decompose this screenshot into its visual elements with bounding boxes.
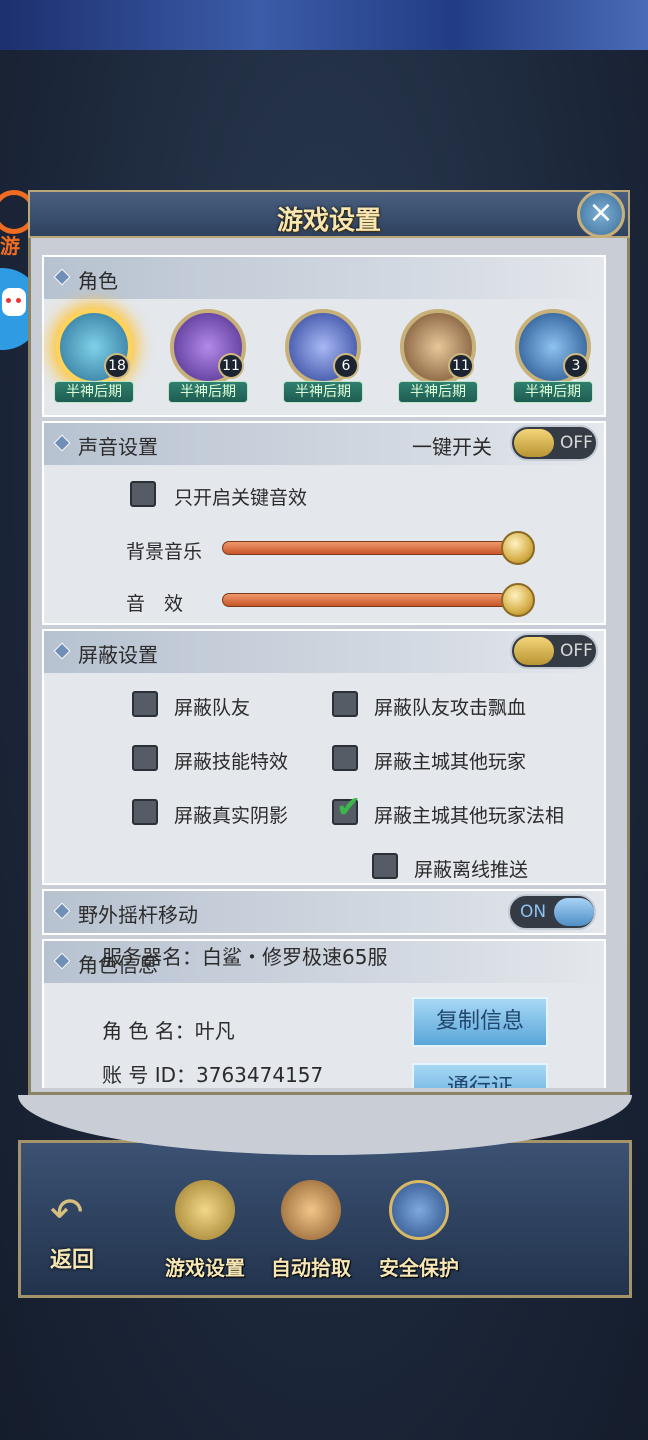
joystick-toggle[interactable]: ON <box>508 894 596 930</box>
settings-scroll-area[interactable]: 角色 18 半神后期 11 半神后期 6 半神后期 11 半神后期 3 半神后期 <box>42 255 606 1088</box>
key-sound-only-label: 只开启关键音效 <box>174 487 308 509</box>
nav-auto-pickup[interactable]: 自动拾取 <box>262 1180 360 1290</box>
diamond-icon <box>53 268 71 286</box>
toggle-knob <box>554 898 594 926</box>
diamond-icon <box>53 952 71 970</box>
block-option-checkbox[interactable]: ✔ <box>332 793 361 825</box>
info-section: 角色信息 服务器名：白鲨・修罗极速65服 角 色 名：叶凡 账 号 ID：376… <box>42 939 606 1088</box>
hero-slot-2[interactable]: 11 半神后期 <box>166 309 250 409</box>
hero-level: 3 <box>563 353 589 379</box>
bgm-label: 背景音乐 <box>126 541 203 563</box>
hero-stage: 半神后期 <box>168 381 248 403</box>
hero-slot-1[interactable]: 18 半神后期 <box>52 309 136 409</box>
server-name: 服务器名：白鲨・修罗极速65服 <box>102 945 388 969</box>
block-section-title: 屏蔽设置 <box>78 643 158 667</box>
pass-button[interactable]: 通行证 <box>412 1063 548 1088</box>
hero-level: 11 <box>218 353 244 379</box>
nav-label: 安全保护 <box>379 1256 459 1280</box>
block-option-label: 屏蔽真实阴影 <box>174 805 289 827</box>
block-option-label: 屏蔽主城其他玩家法相 <box>374 805 565 827</box>
account-id: 账 号 ID：3763474157 <box>102 1063 324 1087</box>
side-logo-text: 游 <box>0 234 20 258</box>
block-option-checkbox[interactable] <box>332 691 358 717</box>
nav-label: 游戏设置 <box>165 1256 245 1280</box>
hero-level: 6 <box>333 353 359 379</box>
block-option-checkbox[interactable] <box>132 691 158 717</box>
block-option-checkbox[interactable] <box>372 853 398 879</box>
copy-info-button[interactable]: 复制信息 <box>412 997 548 1047</box>
hero-slot-5[interactable]: 3 半神后期 <box>511 309 595 409</box>
toggle-knob <box>514 429 554 457</box>
master-sound-toggle[interactable]: OFF <box>510 425 598 461</box>
block-toggle[interactable]: OFF <box>510 633 598 669</box>
hero-stage: 半神后期 <box>513 381 593 403</box>
background-top <box>0 0 648 50</box>
nav-game-settings[interactable]: 游戏设置 <box>156 1180 254 1290</box>
block-option-checkbox[interactable] <box>132 745 158 771</box>
block-section: 屏蔽设置 OFF 屏蔽队友 屏蔽队友攻击飘血 屏蔽技能特效 屏蔽主城其他玩家 屏… <box>42 629 606 885</box>
hero-stage: 半神后期 <box>283 381 363 403</box>
master-switch-label: 一键开关 <box>412 435 492 459</box>
checkmark-icon: ✔ <box>336 790 362 825</box>
toggle-state: OFF <box>560 641 593 661</box>
diamond-icon <box>53 902 71 920</box>
block-option-label: 屏蔽技能特效 <box>174 751 289 773</box>
toggle-state: OFF <box>560 433 593 453</box>
nav-security[interactable]: 安全保护 <box>370 1180 468 1290</box>
diamond-icon <box>53 642 71 660</box>
sfx-slider-track[interactable] <box>222 593 518 607</box>
sound-section: 声音设置 一键开关 OFF 只开启关键音效 背景音乐 音 效 <box>42 421 606 625</box>
hero-stage: 半神后期 <box>54 381 134 403</box>
toggle-knob <box>514 637 554 665</box>
role-name: 角 色 名：叶凡 <box>102 1019 235 1043</box>
block-option-checkbox[interactable] <box>132 799 158 825</box>
key-sound-only-checkbox[interactable] <box>130 481 156 507</box>
toggle-state: ON <box>520 902 547 922</box>
sfx-label: 音 效 <box>126 593 184 615</box>
block-option-label: 屏蔽队友 <box>174 697 251 719</box>
hero-slot-3[interactable]: 6 半神后期 <box>281 309 365 409</box>
block-option-label: 屏蔽离线推送 <box>414 859 529 881</box>
role-section-title: 角色 <box>78 269 118 293</box>
back-arrow-icon: ↶ <box>50 1190 84 1236</box>
sound-section-title: 声音设置 <box>78 435 158 459</box>
hero-stage: 半神后期 <box>398 381 478 403</box>
back-button[interactable]: ↶ 返回 <box>40 1180 120 1280</box>
block-option-label: 屏蔽队友攻击飘血 <box>374 697 527 719</box>
joystick-section: 野外摇杆移动 ON <box>42 889 606 935</box>
bgm-slider-handle[interactable] <box>501 531 535 565</box>
hero-level: 18 <box>104 353 130 379</box>
role-section: 角色 18 半神后期 11 半神后期 6 半神后期 11 半神后期 3 半神后期 <box>42 255 606 417</box>
block-option-label: 屏蔽主城其他玩家 <box>374 751 527 773</box>
joystick-section-title: 野外摇杆移动 <box>78 903 198 927</box>
title-bar: 游戏设置 <box>28 190 630 238</box>
hero-level: 11 <box>448 353 474 379</box>
hero-slot-4[interactable]: 11 半神后期 <box>396 309 480 409</box>
sfx-slider-handle[interactable] <box>501 583 535 617</box>
diamond-icon <box>53 434 71 452</box>
back-label: 返回 <box>50 1248 95 1273</box>
page-title: 游戏设置 <box>276 206 381 236</box>
shield-lock-icon <box>389 1180 449 1240</box>
nav-label: 自动拾取 <box>271 1256 351 1280</box>
gear-icon <box>175 1180 235 1240</box>
block-option-checkbox[interactable] <box>332 745 358 771</box>
money-bag-icon <box>281 1180 341 1240</box>
close-button[interactable]: × <box>577 190 625 238</box>
close-icon: × <box>588 195 614 230</box>
bgm-slider-track[interactable] <box>222 541 518 555</box>
